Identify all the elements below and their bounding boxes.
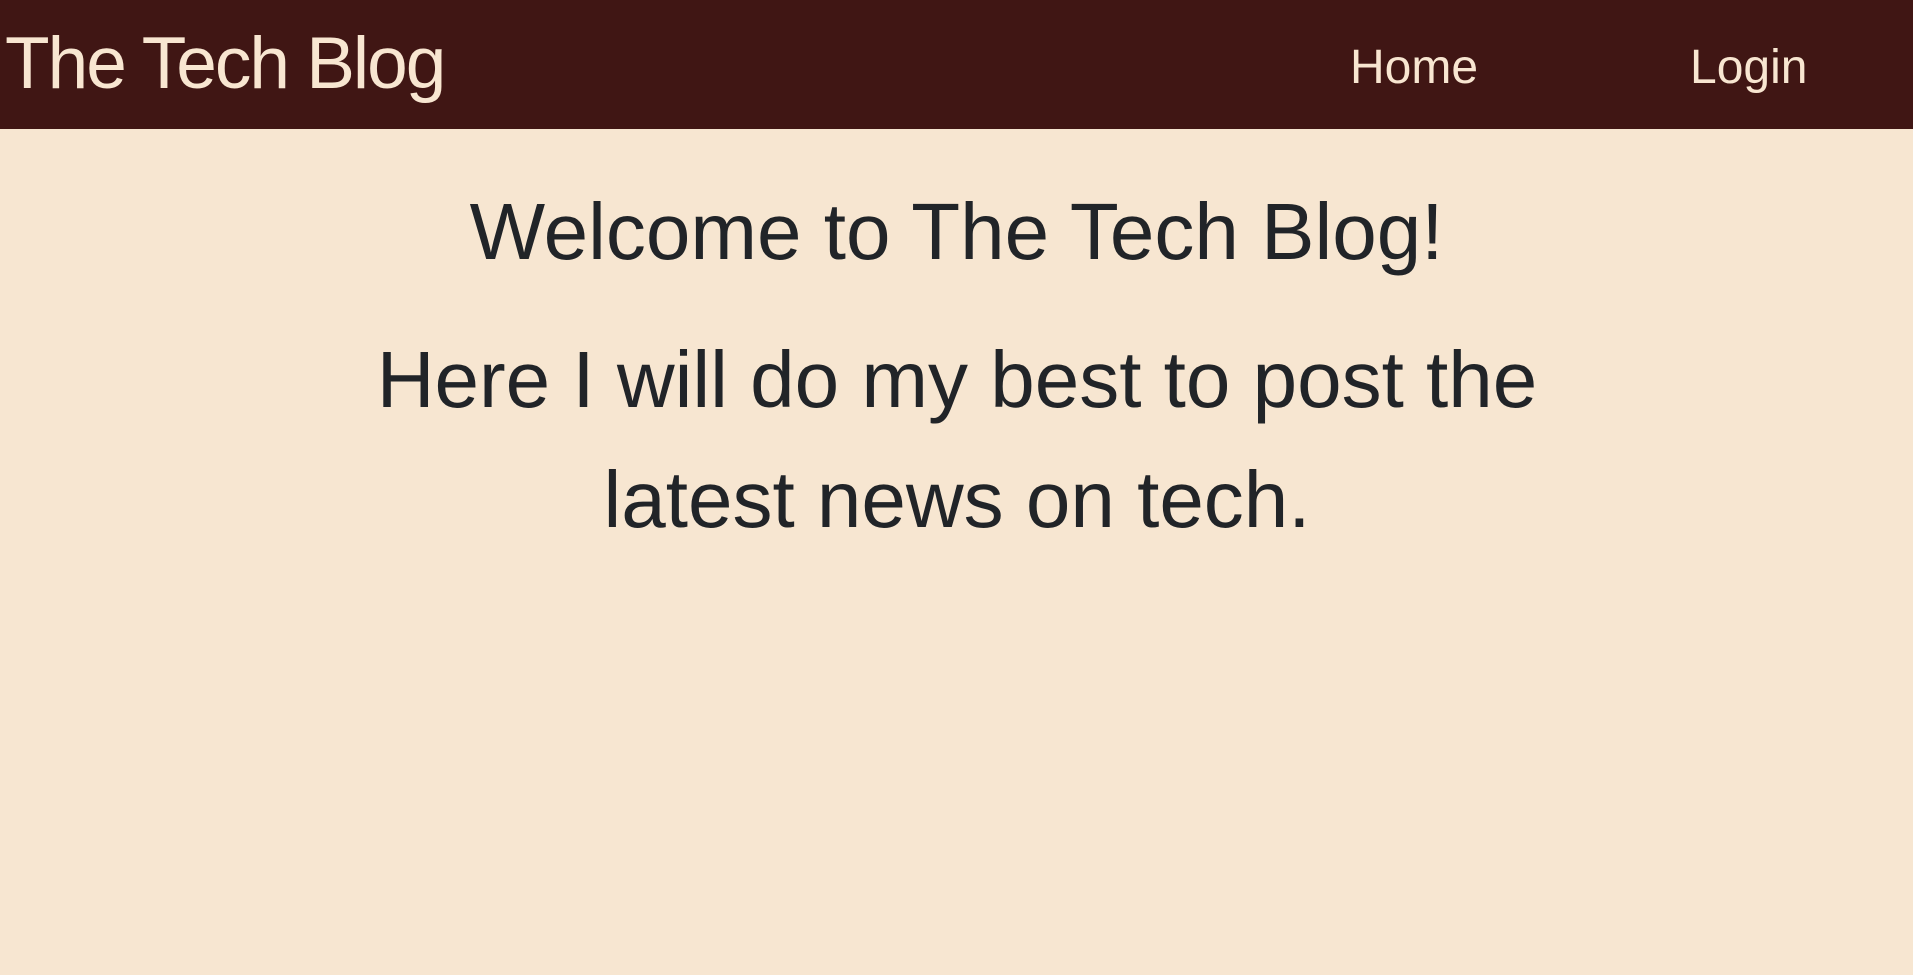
blog-tagline: Here I will do my best to post the lates… [376, 335, 1538, 544]
navbar: The Tech Blog Home Login [0, 0, 1913, 129]
nav-link-home[interactable]: Home [1350, 40, 1478, 95]
nav-link-login[interactable]: Login [1690, 40, 1807, 95]
page: The Tech Blog Home Login Welcome to The … [0, 0, 1913, 975]
site-brand-link[interactable]: The Tech Blog [5, 25, 446, 103]
main-content: Welcome to The Tech Blog! Here I will do… [0, 129, 1913, 975]
welcome-heading: Welcome to The Tech Blog! [469, 187, 1444, 276]
